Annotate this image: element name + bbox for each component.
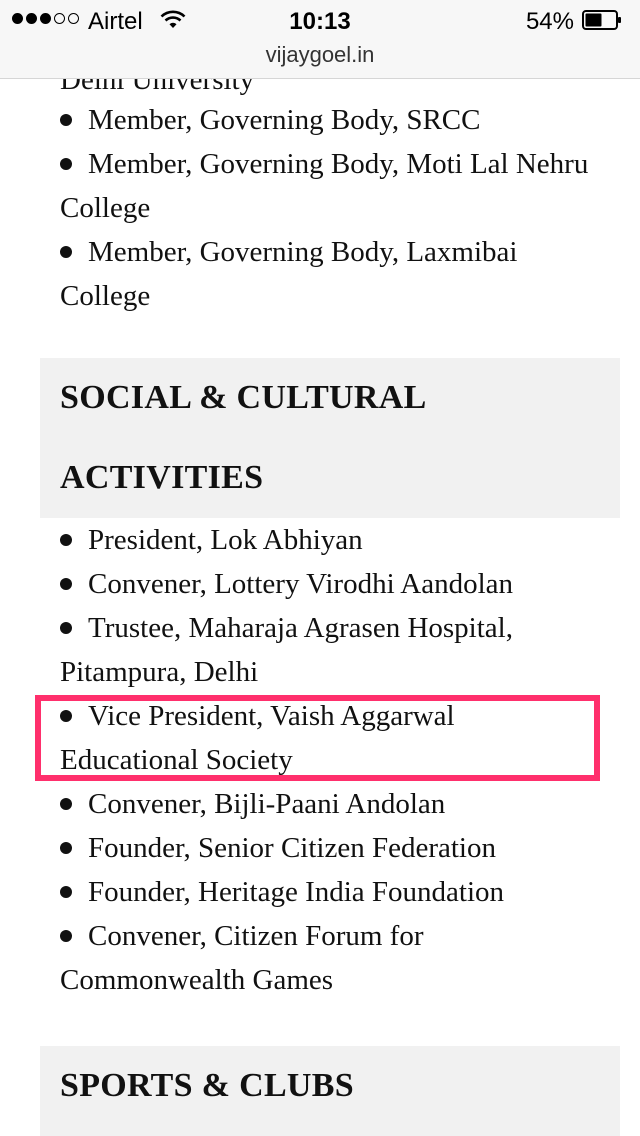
bullet-icon — [60, 157, 72, 170]
battery-icon — [582, 10, 621, 30]
list-item: Founder, Heritage India Foundation — [60, 870, 590, 914]
url-bar[interactable]: vijaygoel.in — [0, 40, 640, 79]
list-item: Trustee, Maharaja Agrasen Hospital, Pita… — [60, 612, 513, 688]
section-title-social: SOCIAL & CULTURAL ACTIVITIES — [60, 379, 425, 496]
list-item: Founder, Senior Citizen Federation — [60, 826, 590, 870]
battery-percentage: 54% — [525, 8, 574, 35]
list-item: Convener, Lottery Virodhi Aandolan — [60, 562, 590, 606]
section-sports-clubs: SPORTS & CLUBS — [40, 1046, 620, 1136]
page-content: Delhi University Member, Governing Body,… — [0, 0, 640, 1136]
bullet-icon — [60, 841, 72, 854]
list-item: Member, Governing Body, Moti Lal Nehru C… — [60, 148, 589, 224]
bullet-icon — [60, 797, 72, 810]
section-title-sports: SPORTS & CLUBS — [60, 1067, 354, 1104]
list-item: Convener, Citizen Forum for Commonwealth… — [60, 920, 424, 996]
list-item: Member, Governing Body, SRCC — [60, 98, 590, 142]
highlight-box — [35, 695, 600, 781]
bullet-icon — [60, 245, 72, 258]
url-domain: vijaygoel.in — [265, 42, 375, 67]
governing-body-list: Member, Governing Body, SRCC Member, Gov… — [60, 98, 590, 318]
list-item: Member, Governing Body, Laxmibai College — [60, 236, 518, 312]
bullet-icon — [60, 533, 72, 546]
bullet-icon — [60, 885, 72, 898]
bullet-icon — [60, 577, 72, 590]
list-item: President, Lok Abhiyan — [60, 518, 590, 562]
section-social-cultural: SOCIAL & CULTURAL ACTIVITIES — [40, 358, 620, 518]
bullet-icon — [60, 113, 72, 126]
bullet-icon — [60, 929, 72, 942]
list-item: Convener, Bijli-Paani Andolan — [60, 782, 590, 826]
status-bar: Airtel 10:13 54% — [0, 0, 640, 40]
bullet-icon — [60, 621, 72, 634]
